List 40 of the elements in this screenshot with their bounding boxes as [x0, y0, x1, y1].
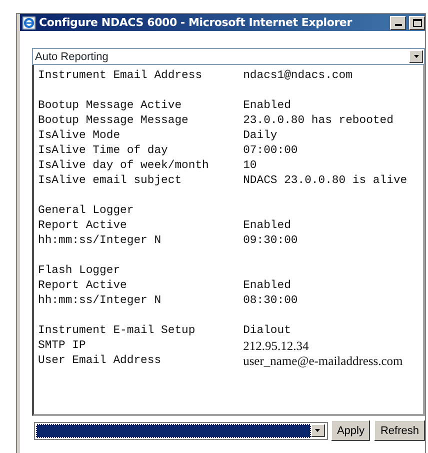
setting-value: 23.0.0.80 has rebooted — [243, 114, 394, 129]
section-dropdown[interactable]: Auto Reporting — [32, 48, 425, 65]
setting-value: Dialout — [243, 324, 291, 339]
setting-value: 10 — [243, 159, 257, 174]
setting-value: 08:30:00 — [243, 294, 298, 309]
section-heading: Flash Logger — [38, 264, 122, 279]
setting-value: 212.95.12.34 — [243, 339, 309, 354]
setting-value: 07:00:00 — [243, 144, 298, 159]
option-dropdown[interactable] — [34, 422, 328, 440]
minimize-button[interactable] — [390, 16, 406, 30]
setting-value: NDACS 23.0.0.80 is alive — [243, 174, 408, 189]
setting-label: IsAlive email subject — [38, 174, 183, 189]
setting-label: Instrument Email Address — [38, 69, 204, 84]
setting-value: user_name@e-mailaddress.com — [243, 354, 403, 369]
setting-label: IsAlive Time of day — [38, 144, 169, 159]
setting-label: SMTP IP — [38, 339, 87, 354]
setting-label: hh:mm:ss/Integer N — [38, 234, 162, 249]
minimize-icon — [394, 24, 402, 26]
setting-value: Daily — [243, 129, 278, 144]
setting-label: User Email Address — [38, 354, 162, 369]
setting-label: IsAlive Mode — [38, 129, 122, 144]
window-title: Configure NDACS 6000 - Microsoft Internet Explorer — [39, 16, 352, 29]
setting-label: Instrument E-mail Setup — [38, 324, 196, 339]
maximize-icon — [412, 18, 422, 26]
setting-label: hh:mm:ss/Integer N — [38, 294, 162, 309]
setting-value: 09:30:00 — [243, 234, 298, 249]
setting-label: Report Active — [38, 279, 128, 294]
maximize-button[interactable] — [409, 16, 425, 30]
setting-value: Enabled — [243, 99, 291, 114]
setting-label: Report Active — [38, 219, 128, 234]
setting-value: Enabled — [243, 279, 291, 294]
setting-value: Enabled — [243, 219, 291, 234]
form-button[interactable]: Apply — [330, 420, 370, 441]
setting-label: Bootup Message Active — [38, 99, 183, 114]
settings-text-area[interactable] — [32, 65, 425, 416]
setting-label: IsAlive day of week/month — [38, 159, 210, 174]
form-button[interactable]: Refresh — [374, 420, 425, 441]
setting-label: Bootup Message Message — [38, 114, 190, 129]
section-heading: General Logger — [38, 204, 135, 219]
setting-value: ndacs1@ndacs.com — [243, 69, 352, 84]
